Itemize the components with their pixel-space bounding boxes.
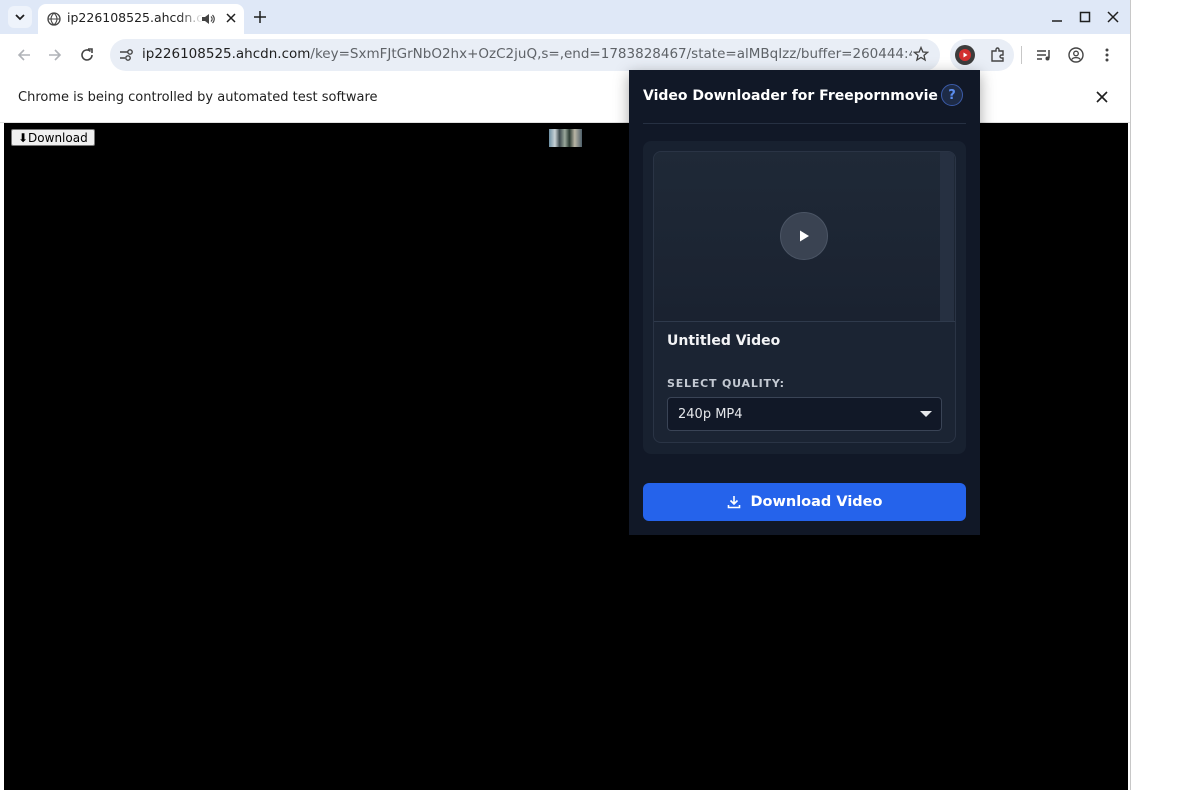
forward-button[interactable] (43, 43, 67, 67)
popup-title: Video Downloader for Freepornmovie (643, 88, 938, 104)
forward-arrow-icon (49, 49, 62, 61)
video-card: Untitled Video SELECT QUALITY: 240p MP4 (653, 151, 956, 443)
back-button[interactable] (12, 43, 36, 67)
download-icon (727, 496, 740, 509)
minimize-button[interactable] (1048, 8, 1066, 26)
infobar-message: Chrome is being controlled by automated … (18, 90, 378, 105)
minimize-icon (1052, 20, 1062, 22)
profile-icon (1068, 47, 1084, 63)
play-icon (800, 230, 809, 242)
quality-select[interactable]: 240p MP4 (667, 397, 942, 431)
speaker-icon[interactable] (201, 12, 215, 26)
media-controls-icon (1037, 50, 1050, 61)
site-info-icon[interactable] (118, 47, 134, 63)
help-button[interactable]: ? (941, 84, 963, 106)
plus-icon (254, 11, 266, 23)
popup-divider (643, 123, 966, 124)
media-controls-button[interactable] (1032, 43, 1056, 67)
close-icon[interactable] (1096, 91, 1108, 103)
quality-label: SELECT QUALITY: (667, 377, 785, 390)
tab-title: ip226108525.ahcdn.com/key=SxmFJtGrNbO2hx… (67, 10, 203, 25)
star-icon[interactable] (913, 46, 929, 62)
extension-popup: Video Downloader for Freepornmovie ? Unt… (629, 70, 980, 535)
tab-close-button[interactable] (223, 10, 239, 26)
downloader-extension-icon (959, 49, 971, 61)
tab-search-icon (15, 14, 25, 21)
active-tab[interactable]: ip226108525.ahcdn.com/key=SxmFJtGrNbO2hx… (38, 4, 244, 34)
toolbar-divider (1021, 46, 1022, 64)
chrome-menu-button[interactable] (1095, 43, 1119, 67)
quality-selected-value: 240p MP4 (678, 407, 743, 422)
downloader-extension-button[interactable] (955, 45, 975, 65)
reload-button[interactable] (75, 43, 99, 67)
back-arrow-icon (17, 49, 30, 61)
video-preview (654, 152, 955, 322)
globe-icon (47, 12, 61, 26)
kebab-menu-icon (1105, 48, 1109, 62)
url-text: ip226108525.ahcdn.com/key=SxmFJtGrNbO2hx… (142, 46, 912, 62)
tab-search-button[interactable] (8, 6, 32, 28)
download-video-label: Download Video (750, 494, 883, 510)
video-title: Untitled Video (667, 333, 781, 349)
browser-window: ip226108525.ahcdn.com/key=SxmFJtGrNbO2hx… (0, 0, 1130, 790)
puzzle-icon[interactable] (988, 45, 1008, 65)
video-thumbnail[interactable] (549, 129, 582, 147)
tab-strip: ip226108525.ahcdn.com/key=SxmFJtGrNbO2hx… (0, 0, 1130, 34)
url-host: ip226108525.ahcdn.com (142, 46, 311, 62)
window-close-button[interactable] (1104, 8, 1122, 26)
new-tab-button[interactable] (250, 7, 270, 27)
video-list: Untitled Video SELECT QUALITY: 240p MP4 (643, 141, 966, 454)
url-path: /key=SxmFJtGrNbO2hx+OzC2juQ,s=,end=17838… (310, 46, 912, 62)
extensions-area (950, 39, 1014, 71)
profile-button[interactable] (1064, 43, 1088, 67)
close-icon (226, 13, 236, 23)
page-download-button[interactable]: ⬇Download (11, 129, 95, 146)
chevron-down-icon (920, 411, 932, 417)
reload-icon (81, 48, 93, 61)
close-icon (1107, 11, 1119, 23)
address-bar[interactable]: ip226108525.ahcdn.com/key=SxmFJtGrNbO2hx… (110, 39, 940, 71)
maximize-button[interactable] (1076, 8, 1094, 26)
download-video-button[interactable]: Download Video (643, 483, 966, 521)
maximize-icon (1079, 11, 1091, 23)
preview-scrollbar[interactable] (940, 152, 954, 321)
desktop-background (1130, 0, 1200, 790)
play-button[interactable] (780, 212, 828, 260)
